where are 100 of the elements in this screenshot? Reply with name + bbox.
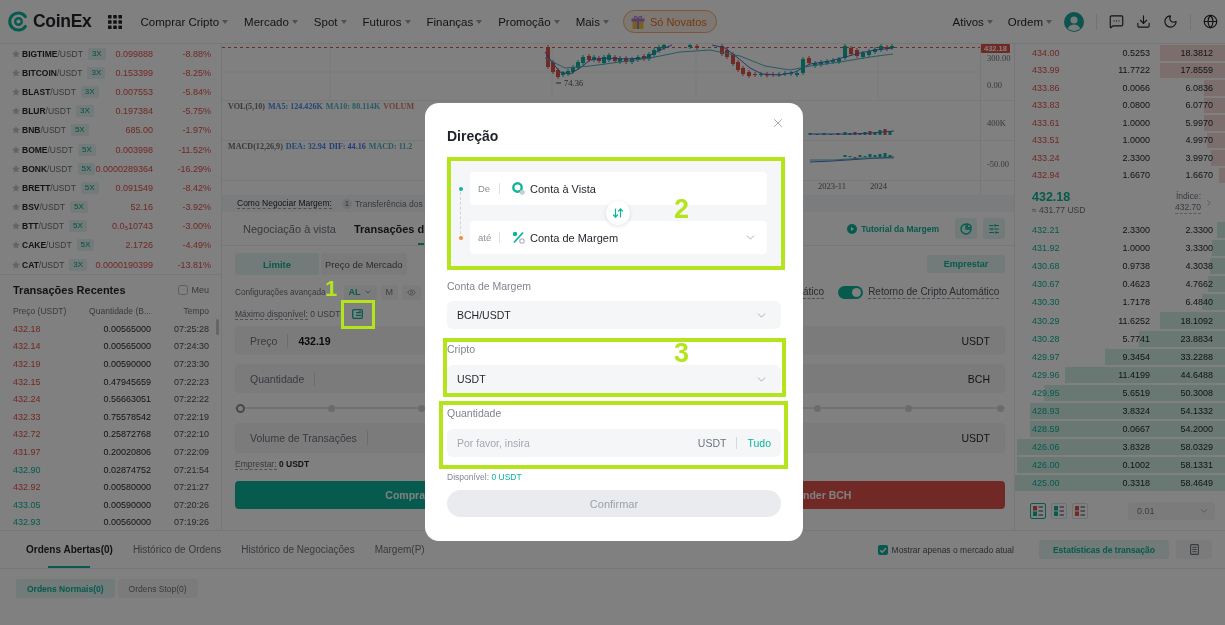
order-type-tab[interactable]: Limite [235, 253, 319, 275]
market-pair[interactable]: BSV/USDT [22, 202, 65, 213]
star-icon[interactable] [12, 241, 20, 250]
trade-tab[interactable]: Negociação à vista [243, 212, 336, 245]
book-price[interactable]: 428.59 [1032, 424, 1092, 435]
book-price[interactable]: 426.00 [1032, 460, 1092, 471]
nav-menu-item[interactable]: Mais [575, 15, 609, 28]
statistics-button[interactable]: Estatísticas de transação [1038, 540, 1169, 559]
price-field[interactable]: Preço 432.19 [235, 326, 425, 355]
precision-select[interactable]: 0.01 [1128, 502, 1215, 521]
book-price[interactable]: 433.51 [1032, 135, 1092, 146]
amount-input[interactable]: Por favor, insira USDT Tudo [447, 429, 781, 457]
buy-button[interactable]: Compra [235, 481, 425, 509]
book-price[interactable]: 429.95 [1032, 387, 1092, 398]
account-select[interactable]: até Conta de Margem [470, 221, 767, 254]
nav-menu-item[interactable]: Promoção [498, 15, 560, 28]
transfer-icon[interactable] [352, 309, 364, 319]
book-price[interactable]: 426.06 [1032, 442, 1092, 453]
star-icon[interactable] [12, 126, 20, 135]
visibility-button[interactable] [402, 284, 422, 300]
star-icon[interactable] [12, 183, 20, 192]
language-icon[interactable] [1203, 14, 1218, 29]
dark-mode-icon[interactable] [1163, 14, 1178, 29]
orders-tab[interactable]: Histórico de Negociações [241, 531, 355, 568]
sell-button[interactable]: nder BCH [803, 481, 1005, 509]
pair-select[interactable]: BCH/USDT [447, 301, 781, 329]
download-icon[interactable] [1136, 14, 1151, 29]
market-pair[interactable]: BLUR/USDT [22, 106, 72, 117]
star-icon[interactable] [12, 164, 20, 173]
tutorial-link[interactable]: Tutorial da Margem [847, 223, 939, 234]
orders-tab[interactable]: Margem(P) [374, 531, 425, 568]
market-pair[interactable]: BRETT/USDT [22, 182, 76, 193]
star-icon[interactable] [12, 107, 20, 116]
star-icon[interactable] [12, 49, 20, 58]
chevron-right-icon[interactable] [1204, 197, 1214, 208]
star-icon[interactable] [12, 260, 20, 269]
mode-select[interactable]: AL [343, 284, 377, 300]
chat-icon[interactable] [1109, 14, 1124, 29]
mode-button[interactable]: M [380, 284, 399, 300]
market-pair[interactable]: BITCOIN/USDT [22, 67, 83, 78]
orders-tab[interactable]: Ordens Abertas(0) [26, 531, 113, 568]
logo-icon[interactable] [8, 11, 29, 32]
book-price[interactable]: 430.28 [1032, 333, 1092, 344]
book-price[interactable]: 433.99 [1032, 65, 1092, 76]
orders-tab[interactable]: Histórico de Ordens [132, 531, 222, 568]
star-icon[interactable] [12, 222, 20, 231]
nav-menu-item[interactable]: Spot [313, 15, 347, 28]
trade-tab[interactable]: Transações d [353, 212, 425, 245]
layout-button[interactable] [1030, 503, 1046, 520]
market-pair[interactable]: CAKE/USDT [22, 240, 72, 251]
book-price[interactable]: 431.92 [1032, 243, 1092, 254]
nav-menu-item[interactable]: Mercado [244, 15, 298, 28]
star-icon[interactable] [12, 87, 20, 96]
slider-thumb[interactable] [235, 403, 245, 413]
book-price[interactable]: 430.68 [1032, 261, 1092, 272]
book-price[interactable]: 428.93 [1032, 406, 1092, 416]
market-pair[interactable]: CAT/USDT [22, 259, 65, 270]
book-price[interactable]: 432.94 [1032, 170, 1092, 181]
book-price[interactable]: 432.21 [1032, 225, 1092, 236]
document-button[interactable] [1176, 540, 1212, 559]
market-pair[interactable]: BLAST/USDT [22, 86, 76, 97]
star-icon[interactable] [12, 68, 20, 77]
order-type-tab[interactable]: Preço de Mercado [321, 253, 407, 275]
market-pair[interactable]: BIGTIME/USDT [22, 48, 83, 59]
borrow-button[interactable]: Emprestar [927, 255, 1005, 273]
nav-menu-item[interactable]: Ordem [1007, 15, 1052, 28]
checkbox[interactable] [178, 285, 189, 295]
toggle-switch[interactable] [838, 285, 864, 299]
apps-grid-icon[interactable] [107, 14, 122, 29]
book-price[interactable]: 425.00 [1032, 478, 1092, 489]
checkbox[interactable] [877, 544, 888, 555]
order-filter-tab[interactable]: Ordens Normais(0) [16, 579, 115, 598]
book-price[interactable]: 433.61 [1032, 117, 1092, 128]
market-pair[interactable]: BOME/USDT [22, 144, 73, 155]
nav-menu-item[interactable]: Comprar Cripto [140, 15, 229, 28]
settings-button[interactable] [983, 218, 1005, 239]
amount-field[interactable]: BCH [803, 364, 1005, 393]
total-field[interactable]: USDT [803, 423, 1005, 453]
amount-field[interactable]: Quantidade [235, 364, 425, 393]
market-pair[interactable]: BNB/USDT [22, 125, 66, 136]
market-pair[interactable]: BONK/USDT [22, 163, 73, 174]
market-pair[interactable]: BTT/USDT [22, 221, 65, 232]
close-button[interactable] [771, 116, 785, 130]
total-field[interactable]: Volume de Transações [235, 423, 425, 453]
book-price[interactable]: 433.86 [1032, 82, 1092, 93]
nav-menu-item[interactable]: Futuros [362, 15, 411, 28]
all-button[interactable]: Tudo [747, 437, 771, 449]
promo-button[interactable]: Só Novatos [622, 10, 717, 33]
book-price[interactable]: 430.29 [1032, 315, 1092, 326]
book-price[interactable]: 433.24 [1032, 152, 1092, 163]
chart-button[interactable] [955, 218, 977, 239]
nav-menu-item[interactable]: Finanças [426, 15, 483, 28]
star-icon[interactable] [12, 145, 20, 154]
avatar-icon[interactable] [1064, 11, 1084, 32]
book-price[interactable]: 430.67 [1032, 279, 1092, 290]
asset-select[interactable]: USDT [447, 365, 781, 393]
book-price[interactable]: 429.97 [1032, 351, 1092, 362]
order-filter-tab[interactable]: Ordens Stop(0) [117, 579, 198, 598]
book-price[interactable]: 433.83 [1032, 100, 1092, 111]
price-field[interactable]: USDT [803, 326, 1005, 355]
